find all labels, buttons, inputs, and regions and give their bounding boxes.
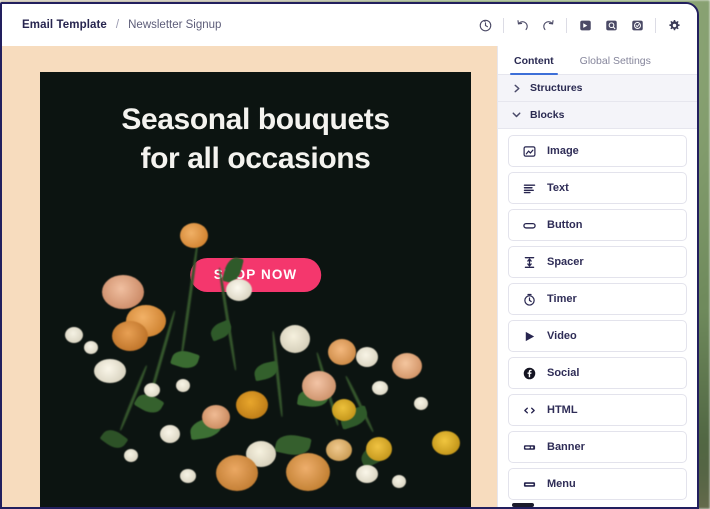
block-item-label: Image <box>547 145 579 157</box>
block-item-label: Menu <box>547 478 576 490</box>
section-structures-label: Structures <box>530 82 583 94</box>
menu-bar-icon <box>523 478 536 491</box>
editor-body: Seasonal bouquets for all occasions SHOP… <box>2 46 697 507</box>
hero-heading[interactable]: Seasonal bouquets for all occasions <box>40 101 471 178</box>
chevron-down-icon <box>512 111 521 120</box>
block-item-spacer[interactable]: Spacer <box>508 246 687 278</box>
text-lines-icon <box>523 182 536 195</box>
social-facebook-icon <box>523 367 536 380</box>
block-item-video[interactable]: Video <box>508 320 687 352</box>
section-blocks[interactable]: Blocks <box>498 102 697 129</box>
top-bar: Email Template / Newsletter Signup <box>2 4 697 46</box>
code-brackets-icon <box>523 404 536 417</box>
block-item-label: Button <box>547 219 583 231</box>
block-item-timer[interactable]: Timer <box>508 283 687 315</box>
block-item-image[interactable]: Image <box>508 135 687 167</box>
banner-icon <box>523 441 536 454</box>
desktop-preview-icon[interactable] <box>572 12 598 38</box>
section-blocks-label: Blocks <box>530 109 565 121</box>
button-pill-icon <box>523 219 536 232</box>
content-panel: Content Global Settings Structures Block <box>497 46 697 507</box>
check-preview-icon[interactable] <box>624 12 650 38</box>
chevron-right-icon <box>512 84 521 93</box>
block-item-html[interactable]: HTML <box>508 394 687 426</box>
block-item-menu[interactable]: Menu <box>508 468 687 500</box>
block-item-label: Video <box>547 330 577 342</box>
image-icon <box>523 145 536 158</box>
block-item-label: Text <box>547 182 569 194</box>
block-item-label: Social <box>547 367 580 379</box>
top-bar-actions <box>472 12 687 38</box>
breadcrumb-separator: / <box>115 19 120 31</box>
breadcrumb: Email Template / Newsletter Signup <box>22 19 221 31</box>
timer-clock-icon <box>523 293 536 306</box>
breadcrumb-current[interactable]: Newsletter Signup <box>128 19 221 31</box>
block-item-text[interactable]: Text <box>508 172 687 204</box>
spacer-icon <box>523 256 536 269</box>
panel-scrollbar-thumb[interactable] <box>512 503 534 507</box>
block-item-label: HTML <box>547 404 578 416</box>
block-item-social[interactable]: Social <box>508 357 687 389</box>
video-play-icon <box>523 330 536 343</box>
block-item-label: Spacer <box>547 256 584 268</box>
version-history-icon[interactable] <box>472 12 498 38</box>
email-canvas[interactable]: Seasonal bouquets for all occasions SHOP… <box>2 46 497 507</box>
toolbar-divider <box>655 17 656 33</box>
tab-content[interactable]: Content <box>510 55 558 75</box>
panel-tabs: Content Global Settings <box>498 46 697 75</box>
breadcrumb-root[interactable]: Email Template <box>22 19 107 31</box>
bouquet-image[interactable] <box>40 213 471 507</box>
mobile-preview-icon[interactable] <box>598 12 624 38</box>
toolbar-divider <box>503 17 504 33</box>
app-window: Email Template / Newsletter Signup Seaso… <box>0 2 699 509</box>
block-item-label: Timer <box>547 293 577 305</box>
tab-global-settings[interactable]: Global Settings <box>576 55 655 74</box>
block-item-banner[interactable]: Banner <box>508 431 687 463</box>
undo-icon[interactable] <box>509 12 535 38</box>
block-item-label: Banner <box>547 441 585 453</box>
redo-icon[interactable] <box>535 12 561 38</box>
block-item-button[interactable]: Button <box>508 209 687 241</box>
settings-gear-icon[interactable] <box>661 12 687 38</box>
section-structures[interactable]: Structures <box>498 75 697 102</box>
toolbar-divider <box>566 17 567 33</box>
blocks-list: Image Text Button Spacer Timer Video Soc… <box>498 129 697 507</box>
email-preview-card[interactable]: Seasonal bouquets for all occasions SHOP… <box>40 72 471 507</box>
